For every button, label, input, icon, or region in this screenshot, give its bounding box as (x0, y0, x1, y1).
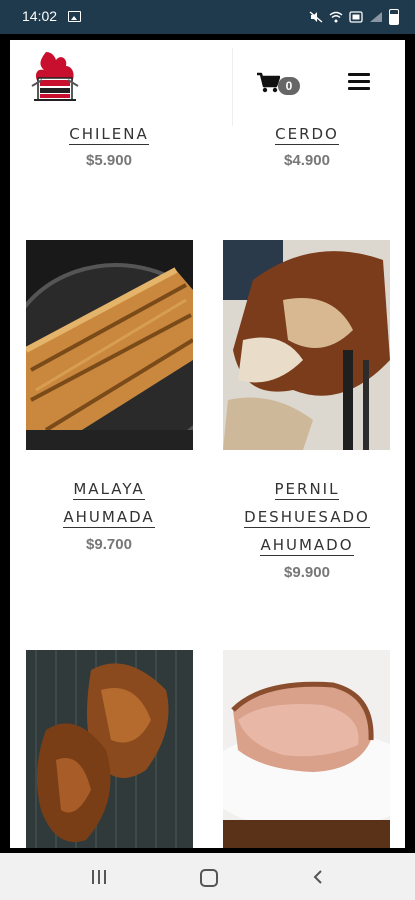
product-price-chilena: $5.900 (86, 152, 132, 169)
product-name-pernil-deshuesado-ahumado[interactable]: PERNIL DESHUESADO AHUMADO (222, 475, 392, 559)
system-navigation-bar (0, 853, 415, 900)
recents-icon[interactable] (92, 870, 108, 884)
back-icon[interactable] (312, 870, 324, 884)
hamburger-menu-icon[interactable] (348, 73, 370, 91)
product-image-malaya-ahumada[interactable] (26, 240, 193, 450)
data-icon (349, 11, 363, 23)
product-image-pork[interactable] (223, 650, 390, 848)
product-price-cerdo: $4.900 (284, 152, 330, 169)
header-divider (232, 48, 233, 126)
product-name-malaya-ahumada[interactable]: MALAYA AHUMADA (24, 475, 194, 531)
product-name-cerdo[interactable]: CERDO (222, 120, 392, 148)
status-time: 14:02 (22, 8, 58, 24)
web-page: 0 CHILENA $5.900 CERDO $4.900 MALAYA AHU… (10, 40, 405, 848)
gallery-notification-icon (68, 11, 81, 22)
battery-icon (389, 9, 399, 25)
product-image-pernil-deshuesado-ahumado[interactable] (223, 240, 390, 450)
product-price-malaya-ahumada: $9.700 (86, 536, 132, 553)
site-header: 0 (10, 40, 405, 128)
product-image-chicken[interactable] (26, 650, 193, 848)
status-icons (309, 9, 399, 25)
signal-icon (369, 11, 383, 23)
product-name-chilena[interactable]: CHILENA (24, 120, 194, 148)
wifi-icon (329, 11, 343, 23)
mute-icon (309, 11, 323, 23)
cart-count-badge: 0 (278, 77, 300, 95)
status-bar: 14:02 (0, 0, 415, 34)
product-price-pernil-deshuesado-ahumado: $9.900 (284, 564, 330, 581)
logo[interactable] (24, 48, 86, 112)
home-icon[interactable] (200, 869, 218, 887)
cart-icon (257, 72, 281, 93)
